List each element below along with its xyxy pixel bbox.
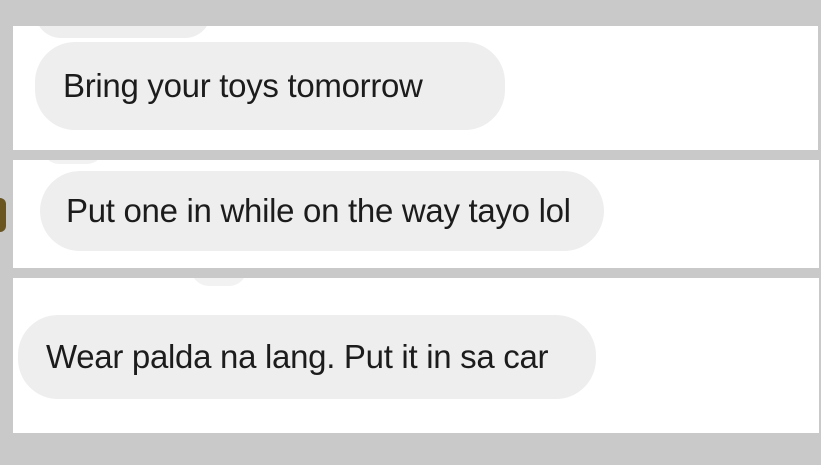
message-strip: Bring your toys tomorrow <box>13 26 818 150</box>
previous-message-bubble-edge <box>191 278 247 286</box>
message-strip: Put one in while on the way tayo lol <box>13 160 819 268</box>
message-bubble[interactable]: Put one in while on the way tayo lol <box>40 171 604 251</box>
sender-avatar[interactable] <box>0 198 6 232</box>
message-text: Put one in while on the way tayo lol <box>66 192 571 229</box>
previous-message-bubble-edge <box>43 160 103 164</box>
previous-message-bubble-edge <box>35 26 211 38</box>
message-text: Wear palda na lang. Put it in sa car <box>46 338 549 375</box>
message-bubble[interactable]: Bring your toys tomorrow <box>35 42 505 130</box>
message-bubble[interactable]: Wear palda na lang. Put it in sa car <box>18 315 596 399</box>
message-strip: Wear palda na lang. Put it in sa car <box>13 278 819 433</box>
message-text: Bring your toys tomorrow <box>63 67 423 104</box>
